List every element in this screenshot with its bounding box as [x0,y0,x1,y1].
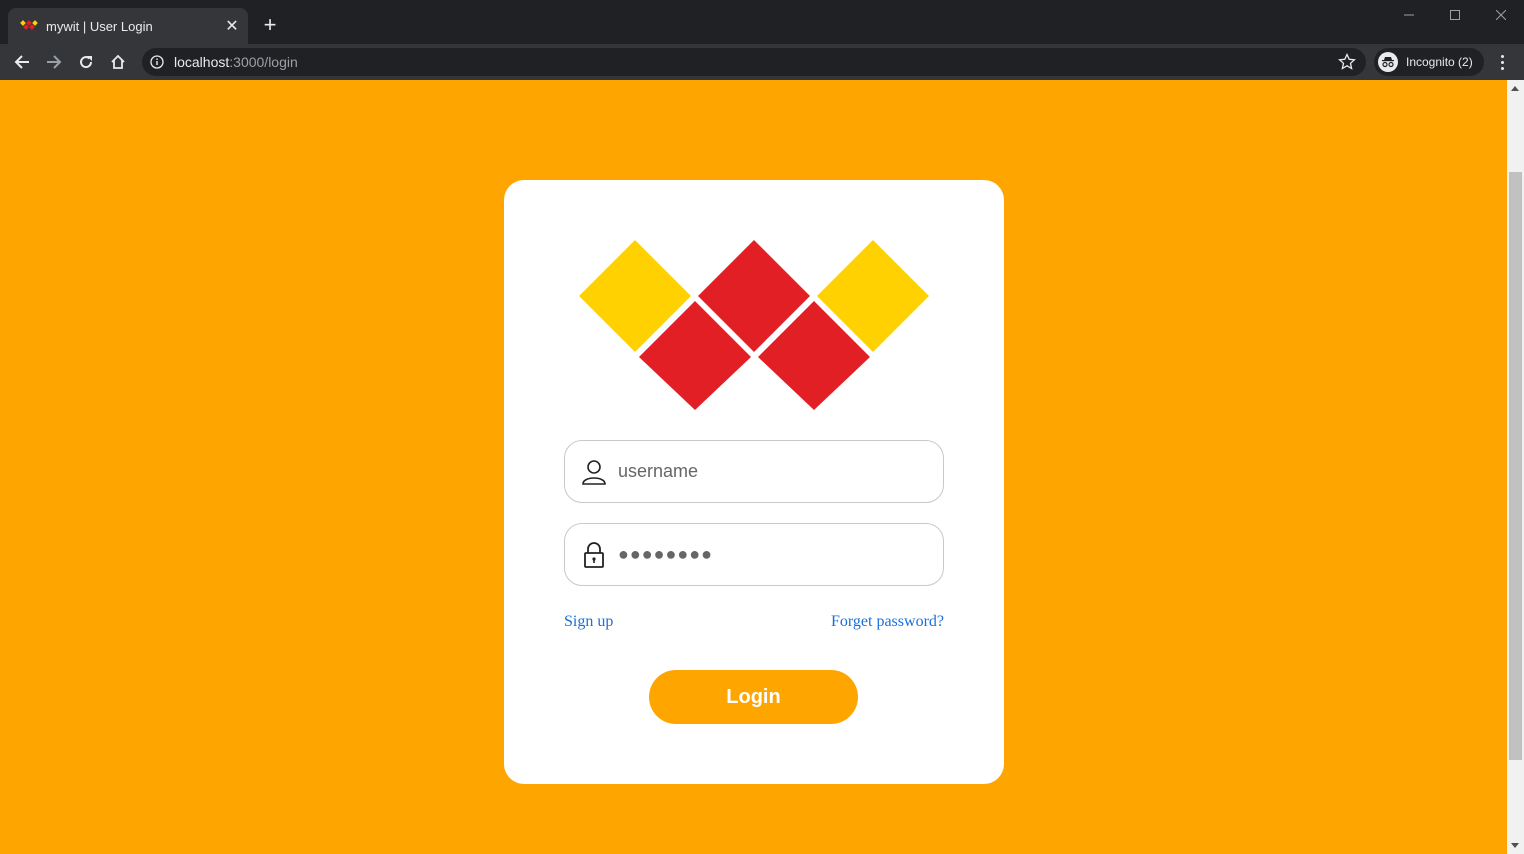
browser-titlebar: mywit | User Login ✕ + [0,0,1524,44]
lock-icon [582,541,606,569]
scroll-up-icon[interactable] [1511,86,1519,91]
username-field[interactable] [564,440,944,503]
scroll-down-icon[interactable] [1511,843,1519,848]
forward-icon[interactable] [41,49,67,75]
maximize-icon[interactable] [1432,4,1478,26]
incognito-label: Incognito (2) [1406,55,1473,69]
home-icon[interactable] [105,49,131,75]
url-path: :3000/login [229,54,298,70]
login-card: ●●●●●●●● Sign up Forget password? Login [504,180,1004,784]
mywit-favicon-icon [20,20,38,30]
minimize-icon[interactable] [1386,4,1432,26]
info-icon[interactable] [150,55,164,69]
new-tab-icon[interactable]: + [258,13,282,37]
back-icon[interactable] [9,49,35,75]
forgot-password-link[interactable]: Forget password? [831,613,944,631]
browser-menu-icon[interactable] [1494,50,1510,74]
reload-icon[interactable] [73,49,99,75]
url-host: localhost [174,54,230,70]
close-window-icon[interactable] [1478,4,1524,26]
page-viewport: ●●●●●●●● Sign up Forget password? Login [0,80,1507,854]
user-icon [582,458,606,486]
password-field[interactable]: ●●●●●●●● [564,523,944,586]
mywit-logo [579,240,929,410]
login-button[interactable]: Login [649,670,858,724]
page-scrollbar[interactable] [1507,80,1524,854]
username-input[interactable] [618,461,918,482]
address-bar[interactable]: localhost:3000/login [142,48,1366,76]
browser-toolbar: localhost:3000/login Incognito (2) [0,44,1524,80]
bookmark-star-icon[interactable] [1338,53,1356,71]
tab-title: mywit | User Login [46,18,153,34]
password-input[interactable]: ●●●●●●●● [618,544,713,565]
browser-tab[interactable]: mywit | User Login ✕ [8,8,248,44]
scroll-thumb[interactable] [1509,172,1522,760]
incognito-profile-button[interactable]: Incognito (2) [1374,48,1484,76]
tab-close-icon[interactable]: ✕ [220,14,244,38]
signup-link[interactable]: Sign up [564,613,613,631]
incognito-icon [1378,52,1398,72]
